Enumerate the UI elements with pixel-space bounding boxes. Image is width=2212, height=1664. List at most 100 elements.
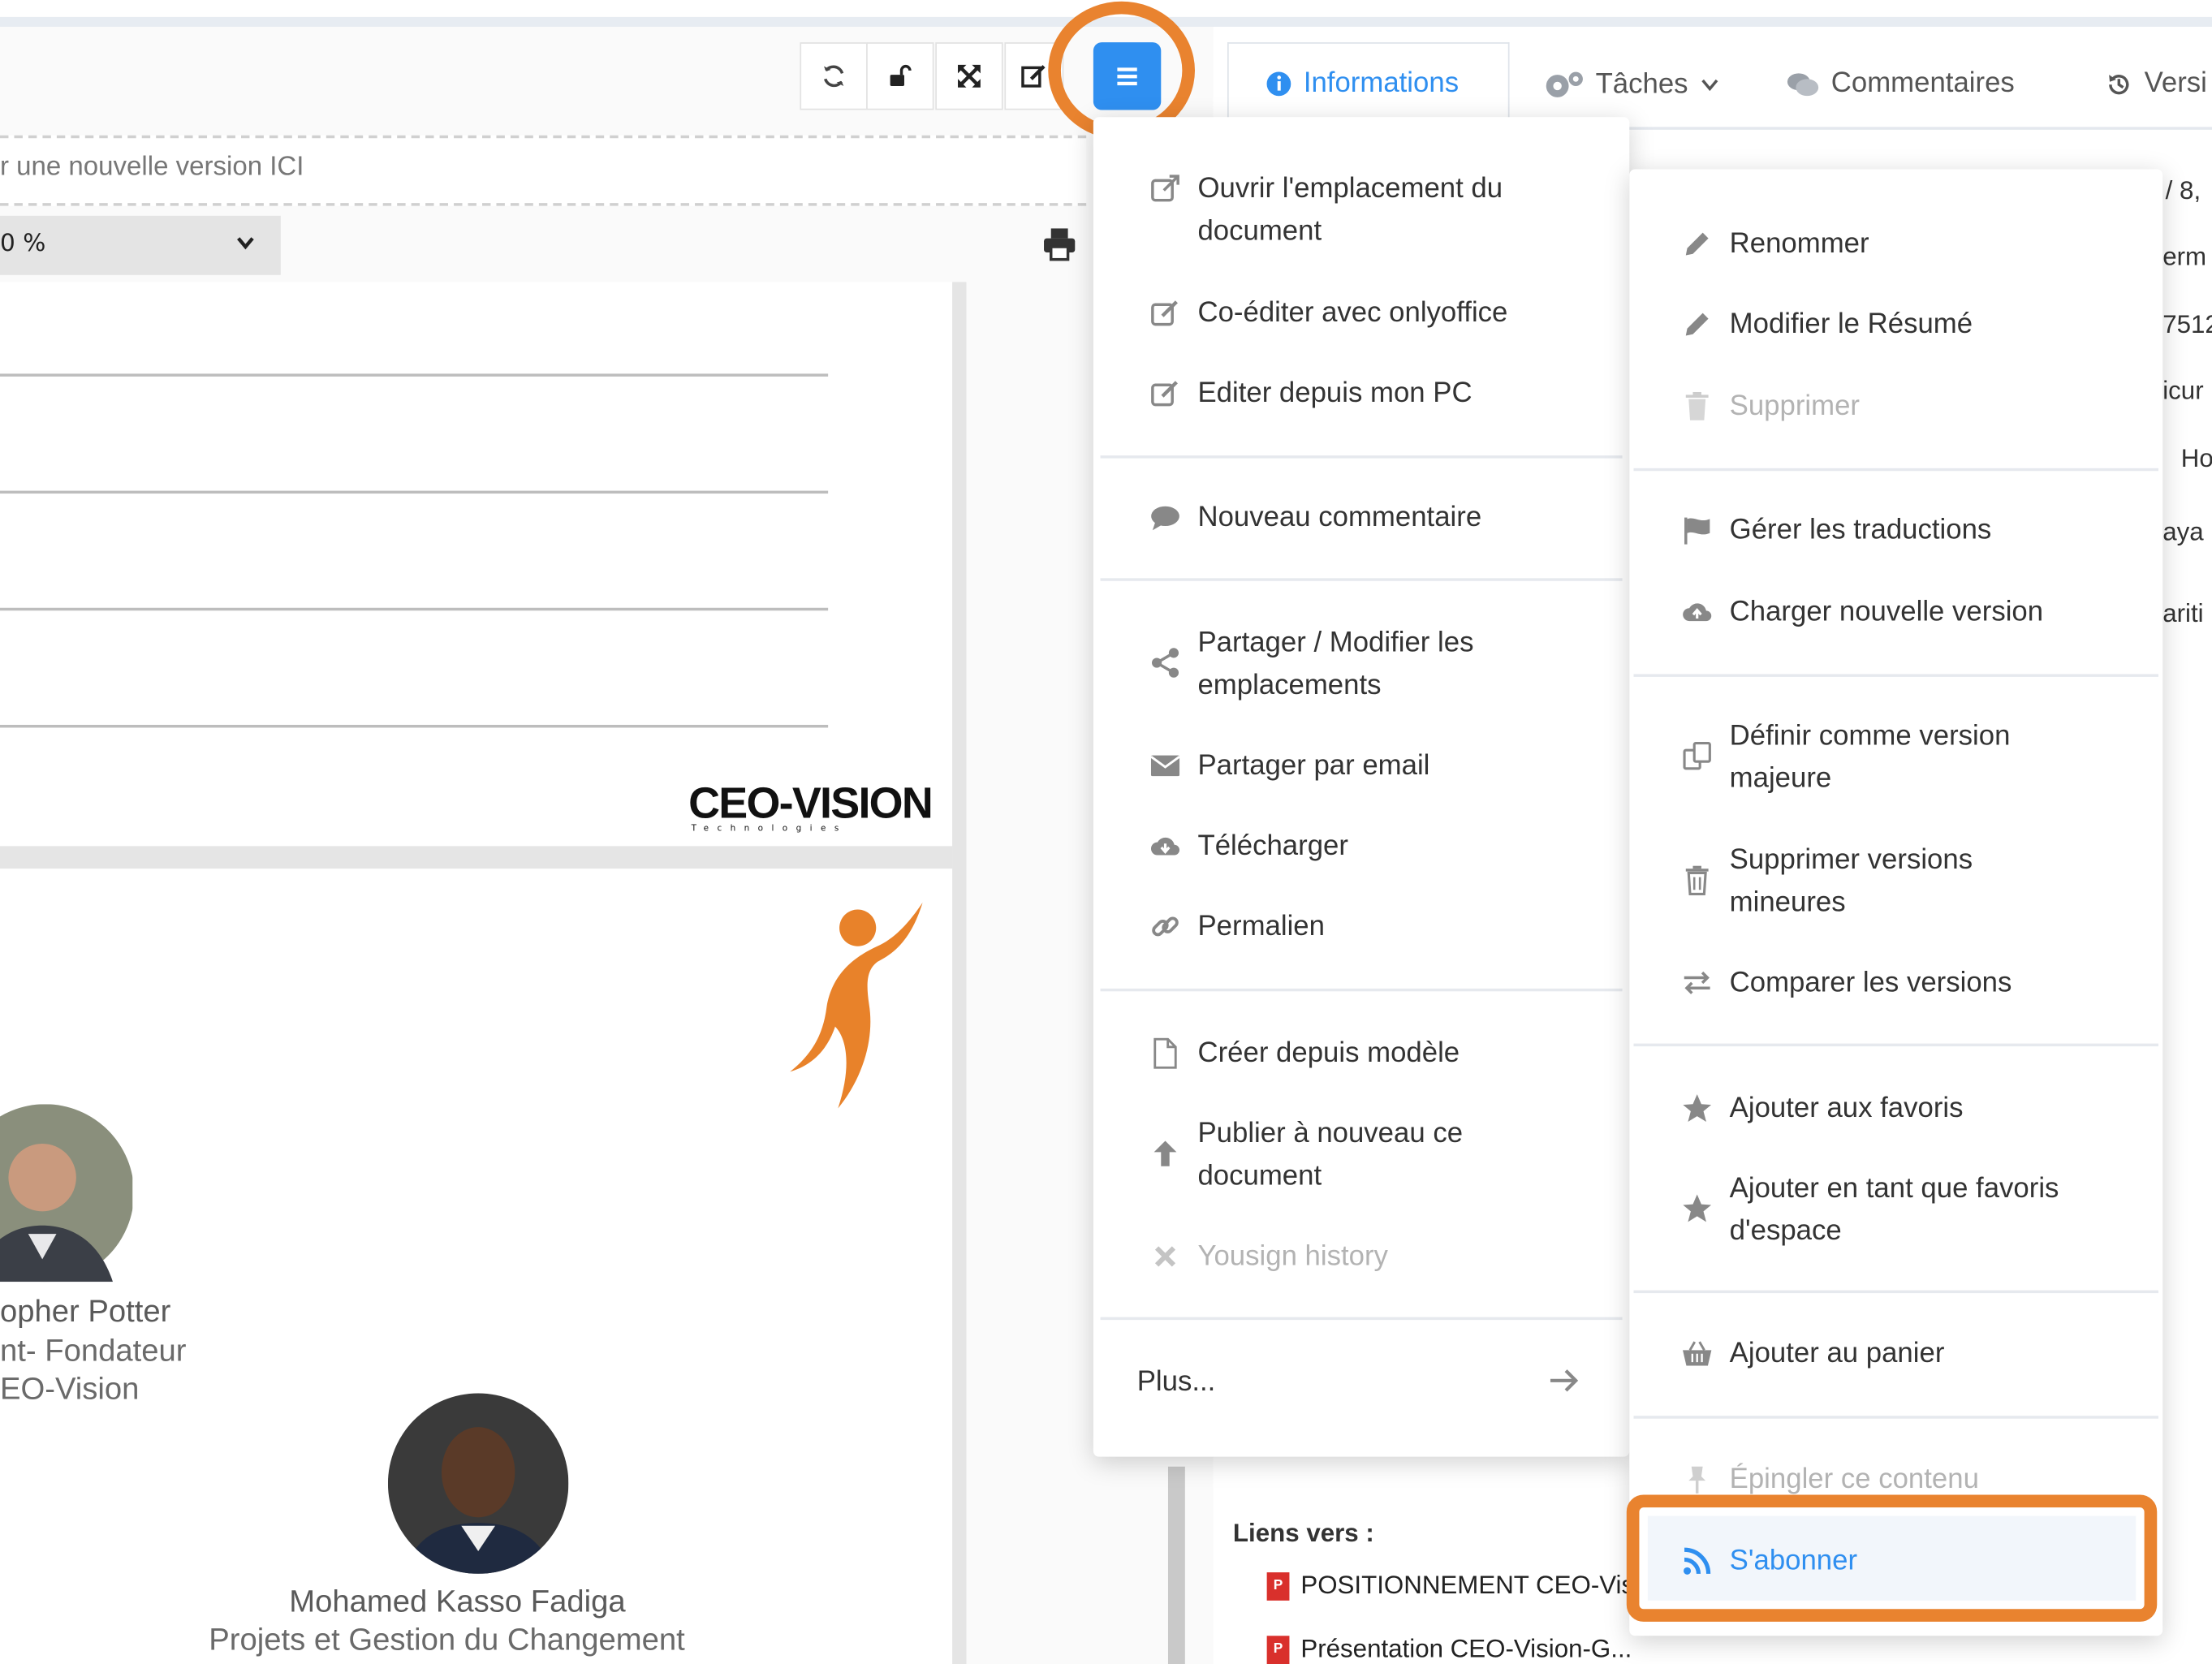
pencil-icon — [1685, 232, 1709, 256]
menu-item-add-space-favorites[interactable]: Ajouter en tant que favoris d'espace — [1676, 1167, 2059, 1252]
tab-commentaires[interactable]: Commentaires — [1786, 67, 2015, 100]
menu-item-translations[interactable]: Gérer les traductions — [1676, 509, 1992, 551]
screen: r une nouvelle version ICI 0 % CEO-VISIO… — [0, 0, 2212, 1664]
unlock-button[interactable] — [866, 42, 934, 110]
menu-separator — [1633, 468, 2158, 472]
menu-item-label: Ouvrir l'emplacement du — [1197, 173, 1503, 205]
trash-icon — [1685, 865, 1709, 896]
menu-item-upload-version[interactable]: Charger nouvelle version — [1676, 591, 2043, 633]
company-logo-subtext: Technologies — [691, 823, 847, 834]
copy-icon — [1683, 741, 1711, 770]
jumping-figure-logo — [784, 897, 939, 1128]
basket-icon — [1683, 1341, 1712, 1366]
edit-icon — [1021, 65, 1046, 88]
fullscreen-icon — [958, 64, 981, 88]
menu-item-label: Partager / Modifier les — [1197, 627, 1474, 659]
menu-item-delete-minor[interactable]: Supprimer versions mineures — [1676, 839, 1973, 924]
print-icon[interactable] — [1041, 226, 1078, 268]
divider-line — [0, 373, 829, 377]
person-role: Projets et Gestion du Changement — [209, 1621, 685, 1658]
menu-item-edit-summary[interactable]: Modifier le Résumé — [1676, 304, 1973, 346]
panel-text: ariti — [2162, 599, 2204, 628]
menu-item-rename[interactable]: Renommer — [1676, 222, 1869, 265]
menu-item-delete: Supprimer — [1676, 385, 1860, 427]
page-gap — [0, 846, 953, 869]
menu-item-label: Supprimer versions — [1729, 844, 1973, 876]
cloud-download-icon — [1150, 837, 1180, 856]
menu-item-label: Modifier le Résumé — [1729, 308, 1973, 340]
menu-separator — [1633, 1043, 2158, 1047]
menu-item-label: majeure — [1729, 762, 1832, 795]
menu-item-add-favorites[interactable]: Ajouter aux favoris — [1676, 1087, 1964, 1129]
menu-item-label: Définir comme version — [1729, 720, 2011, 752]
panel-text: aya — [2162, 517, 2204, 546]
arrow-right-icon — [1550, 1369, 1579, 1392]
tab-taches[interactable]: Tâches — [1542, 67, 1719, 101]
external-link-icon — [1151, 175, 1179, 202]
menu-item-new-comment[interactable]: Nouveau commentaire — [1144, 497, 1481, 539]
menu-item-coedit[interactable]: Co-éditer avec onlyoffice — [1144, 292, 1507, 334]
person-name: opher Potter — [0, 1293, 171, 1329]
menu-item-label: Renommer — [1729, 228, 1869, 260]
menu-item-label: Supprimer — [1729, 390, 1861, 422]
info-icon — [1266, 71, 1291, 97]
menu-item-edit-pc[interactable]: Editer depuis mon PC — [1144, 373, 1473, 415]
link-icon — [1152, 916, 1179, 937]
menu-item-label: Partager par email — [1197, 750, 1430, 782]
pdf-icon: P — [1266, 1571, 1290, 1600]
menu-item-share-email[interactable]: Partager par email — [1144, 744, 1429, 787]
document-page-1 — [0, 282, 953, 847]
file-icon — [1153, 1037, 1177, 1069]
menu-item-open-location[interactable]: Ouvrir l'emplacement du document — [1144, 168, 1503, 252]
tab-versions[interactable]: Versi — [2105, 67, 2207, 100]
refresh-button[interactable] — [800, 42, 868, 110]
menu-item-share[interactable]: Partager / Modifier les emplacements — [1144, 622, 1473, 706]
menu-item-label: document — [1197, 215, 1322, 248]
menu-item-label: Créer depuis modèle — [1197, 1037, 1460, 1069]
highlight-rectangle — [1626, 1494, 2158, 1622]
tab-informations-label[interactable]: Informations — [1266, 67, 1459, 100]
menu-item-label: d'espace — [1729, 1215, 1842, 1247]
menu-item-label: Publier à nouveau ce — [1197, 1118, 1464, 1149]
menu-separator — [1633, 1416, 2158, 1419]
exchange-icon — [1684, 971, 1710, 994]
comment-icon — [1151, 506, 1179, 531]
edit-icon — [1151, 300, 1178, 326]
menu-item-label: Nouveau commentaire — [1197, 502, 1482, 533]
menu-item-republish[interactable]: Publier à nouveau ce document — [1144, 1113, 1463, 1197]
close-icon — [1154, 1246, 1176, 1267]
tab-label: Tâches — [1595, 68, 1688, 100]
link-item[interactable]: P Présentation CEO-Vision-G... — [1266, 1634, 1632, 1664]
menu-item-label: Gérer les traductions — [1729, 515, 1992, 546]
fullscreen-button[interactable] — [935, 42, 1003, 110]
menu-item-label: Ajouter au panier — [1729, 1338, 1945, 1369]
pencil-icon — [1685, 313, 1709, 336]
menu-item-label: mineures — [1729, 886, 1846, 918]
link-item[interactable]: P POSITIONNEMENT CEO-Vis — [1266, 1571, 1635, 1600]
share-icon — [1151, 648, 1179, 678]
menu-item-set-major[interactable]: Définir comme version majeure — [1676, 715, 2011, 800]
menu-item-permalink[interactable]: Permalien — [1144, 905, 1325, 947]
more-actions-menu: Renommer Modifier le Résumé Supprimer Gé… — [1629, 169, 2163, 1636]
link-label: POSITIONNEMENT CEO-Vis — [1300, 1571, 1635, 1600]
menu-item-label: Plus... — [1136, 1366, 1216, 1398]
scrollbar[interactable] — [1167, 1466, 1185, 1664]
avatar — [387, 1393, 569, 1574]
menu-item-label: Yousign history — [1197, 1240, 1388, 1273]
menu-item-create-template[interactable]: Créer depuis modèle — [1144, 1032, 1460, 1075]
chevron-down-icon — [234, 231, 257, 260]
chevron-down-icon — [1701, 79, 1718, 92]
menu-item-add-basket[interactable]: Ajouter au panier — [1676, 1333, 1945, 1375]
menu-item-label: Charger nouvelle version — [1729, 596, 2044, 628]
star-icon — [1683, 1194, 1712, 1222]
menu-item-more[interactable]: Plus... — [1137, 1360, 1581, 1408]
menu-item-label: document — [1197, 1160, 1322, 1192]
menu-item-compare[interactable]: Comparer les versions — [1676, 962, 2011, 1004]
arrow-up-icon — [1153, 1140, 1177, 1166]
menu-item-download[interactable]: Télécharger — [1144, 825, 1348, 867]
panel-text: / 8, — [2165, 176, 2201, 205]
link-label: Présentation CEO-Vision-G... — [1300, 1634, 1632, 1663]
menu-item-label: emplacements — [1197, 670, 1382, 701]
menu-item-label: Permalien — [1197, 911, 1325, 942]
panel-text: Ho — [2180, 444, 2212, 472]
